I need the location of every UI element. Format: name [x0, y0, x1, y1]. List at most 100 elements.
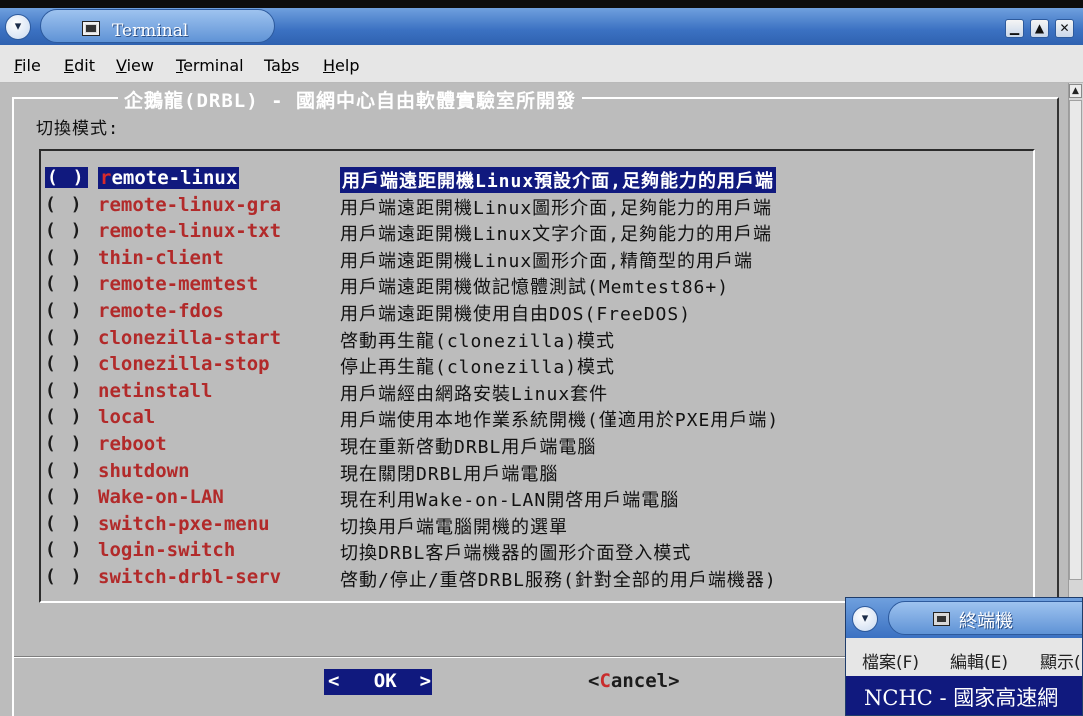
item-description: 啓動再生龍(clonezilla)模式 [340, 331, 616, 352]
list-item[interactable]: ( ) clonezilla-start 啓動再生龍(clonezilla)模式 [43, 325, 943, 352]
radio-button[interactable]: ( ) [45, 566, 84, 587]
dialog-title: 企鵝龍(DRBL) - 國網中心自由軟體實驗室所開發 [118, 86, 582, 113]
item-tag: switch-pxe-menu [98, 513, 270, 535]
ok-left-bracket: < [328, 670, 340, 692]
second-menu-view[interactable]: 顯示( [1040, 648, 1081, 673]
menu-view[interactable]: View [116, 56, 154, 75]
minimize-icon[interactable]: ▁ [1005, 19, 1024, 38]
item-tag: switch-drbl-serv [98, 566, 282, 588]
radio-button[interactable]: ( ) [45, 486, 84, 507]
cancel-button[interactable]: <Cancel> [588, 670, 680, 692]
item-tag: local [98, 406, 156, 428]
list-item[interactable]: ( ) remote-linux-txt 用戶端遠距開機Linux文字介面,足夠能力… [43, 218, 943, 245]
radio-button[interactable]: ( ) [45, 327, 84, 348]
cancel-left-bracket: < [588, 670, 600, 692]
close-icon[interactable]: ✕ [1055, 19, 1074, 38]
title-bar[interactable]: ▾ Terminal ▁ ▲ ✕ [0, 8, 1083, 45]
radio-button[interactable]: ( ) [45, 247, 84, 268]
menu-edit[interactable]: Edit [64, 56, 95, 75]
list-item[interactable]: ( ) login-switch 切換DRBL客戶端機器的圖形介面登入模式 [43, 537, 943, 564]
item-tag: clonezilla-stop [98, 353, 270, 375]
item-tag: shutdown [98, 460, 190, 482]
second-terminal-window[interactable]: ▾ 終端機 檔案(F) 編輯(E) 顯示( NCHC - 國家高速網 [845, 597, 1083, 716]
item-tag: remote-linux-txt [98, 220, 282, 242]
item-description: 用戶端遠距開機使用自由DOS(FreeDOS) [340, 304, 692, 325]
dialog-prompt: 切換模式: [36, 119, 120, 139]
ok-button[interactable]: < OK > [324, 669, 432, 695]
second-banner-text: NCHC - 國家高速網 [864, 686, 1059, 710]
top-panel-strip [0, 0, 1083, 8]
menu-terminal[interactable]: Terminal [176, 56, 244, 75]
item-description: 現在利用Wake-on-LAN開啓用戶端電腦 [340, 490, 680, 511]
menu-bar: File Edit View Terminal Tabs Help [0, 45, 1083, 83]
ok-label: K [385, 670, 397, 692]
menu-help[interactable]: Help [323, 56, 359, 75]
terminal-icon [82, 21, 100, 36]
second-window-title: 終端機 [959, 611, 1013, 632]
radio-button[interactable]: ( ) [45, 220, 84, 241]
list-item[interactable]: ( ) clonezilla-stop 停止再生龍(clonezilla)模式 [43, 351, 943, 378]
radio-button[interactable]: ( ) [45, 167, 88, 188]
item-tag: thin-client [98, 247, 224, 269]
item-description: 現在關閉DRBL用戶端電腦 [340, 464, 559, 485]
radio-button[interactable]: ( ) [45, 513, 84, 534]
menu-tabs[interactable]: Tabs [264, 56, 299, 75]
radio-button[interactable]: ( ) [45, 194, 84, 215]
item-tag-hotkey: r [100, 167, 112, 189]
item-tag-rest: emote-linux [111, 167, 238, 189]
item-description: 啓動/停止/重啓DRBL服務(針對全部的用戶端機器) [340, 570, 777, 591]
item-description: 用戶端遠距開機Linux圖形介面,精簡型的用戶端 [340, 251, 754, 272]
second-menu-file[interactable]: 檔案(F) [862, 648, 919, 673]
item-tag: reboot [98, 433, 167, 455]
cancel-hotkey: C [599, 670, 611, 692]
item-description: 用戶端使用本地作業系統開機(僅適用於PXE用戶端) [340, 410, 780, 431]
list-item[interactable]: ( ) shutdown 現在關閉DRBL用戶端電腦 [43, 458, 943, 485]
scroll-up-arrow-icon[interactable]: ▲ [1069, 84, 1082, 98]
radio-button[interactable]: ( ) [45, 539, 84, 560]
item-description: 用戶端遠距開機Linux圖形介面,足夠能力的用戶端 [340, 198, 773, 219]
item-description: 用戶端遠距開機Linux文字介面,足夠能力的用戶端 [340, 224, 773, 245]
radio-button[interactable]: ( ) [45, 460, 84, 481]
item-tag: Wake-on-LAN [98, 486, 224, 508]
item-tag: remote-memtest [98, 273, 259, 295]
list-item[interactable]: ( ) remote-fdos 用戶端遠距開機使用自由DOS(FreeDOS) [43, 298, 943, 325]
list-item[interactable]: ( ) remote-linux 用戶端遠距開機Linux預設介面,足夠能力的用戶端 [43, 165, 943, 193]
item-description: 用戶端遠距開機做記憶體測試(Memtest86+) [340, 277, 730, 298]
item-description: 現在重新啓動DRBL用戶端電腦 [340, 437, 597, 458]
window-title: Terminal [112, 21, 189, 41]
item-description: 切換DRBL客戶端機器的圖形介面登入模式 [340, 543, 692, 564]
radio-button[interactable]: ( ) [45, 433, 84, 454]
item-description: 用戶端經由網路安裝Linux套件 [340, 384, 609, 405]
second-menu-edit[interactable]: 編輯(E) [950, 648, 1008, 673]
item-tag: remote-linux-gra [98, 194, 282, 216]
list-item[interactable]: ( ) local 用戶端使用本地作業系統開機(僅適用於PXE用戶端) [43, 404, 943, 431]
list-item[interactable]: ( ) switch-drbl-serv 啓動/停止/重啓DRBL服務(針對全部的用… [43, 564, 943, 591]
second-terminal-icon [933, 612, 950, 626]
item-tag: clonezilla-start [98, 327, 282, 349]
list-item[interactable]: ( ) reboot 現在重新啓動DRBL用戶端電腦 [43, 431, 943, 458]
list-item[interactable]: ( ) remote-linux-gra 用戶端遠距開機Linux圖形介面,足夠能力… [43, 192, 943, 219]
radio-button[interactable]: ( ) [45, 406, 84, 427]
radio-button[interactable]: ( ) [45, 380, 84, 401]
window-menu-chevron-down-icon[interactable]: ▾ [5, 14, 31, 40]
item-tag: remote-linux [98, 167, 240, 189]
item-description: 用戶端遠距開機Linux預設介面,足夠能力的用戶端 [340, 167, 777, 193]
maximize-icon[interactable]: ▲ [1030, 19, 1049, 38]
item-tag: login-switch [98, 539, 236, 561]
second-window-menu-chevron-down-icon[interactable]: ▾ [852, 606, 878, 632]
item-tag: netinstall [98, 380, 213, 402]
radio-button[interactable]: ( ) [45, 273, 84, 294]
menu-file[interactable]: File [14, 56, 41, 75]
radio-button[interactable]: ( ) [45, 300, 84, 321]
scrollbar-thumb[interactable] [1069, 100, 1082, 580]
ok-hotkey: O [373, 670, 386, 692]
list-item[interactable]: ( ) Wake-on-LAN 現在利用Wake-on-LAN開啓用戶端電腦 [43, 484, 943, 511]
list-item[interactable]: ( ) thin-client 用戶端遠距開機Linux圖形介面,精簡型的用戶端 [43, 245, 943, 272]
ok-right-bracket: > [419, 670, 432, 692]
list-item[interactable]: ( ) netinstall 用戶端經由網路安裝Linux套件 [43, 378, 943, 405]
radio-button[interactable]: ( ) [45, 353, 84, 374]
list-item[interactable]: ( ) remote-memtest 用戶端遠距開機做記憶體測試(Memtest86… [43, 271, 943, 298]
item-tag: remote-fdos [98, 300, 224, 322]
cancel-right-bracket: > [668, 670, 680, 692]
list-item[interactable]: ( ) switch-pxe-menu 切換用戶端電腦開機的選單 [43, 511, 943, 538]
